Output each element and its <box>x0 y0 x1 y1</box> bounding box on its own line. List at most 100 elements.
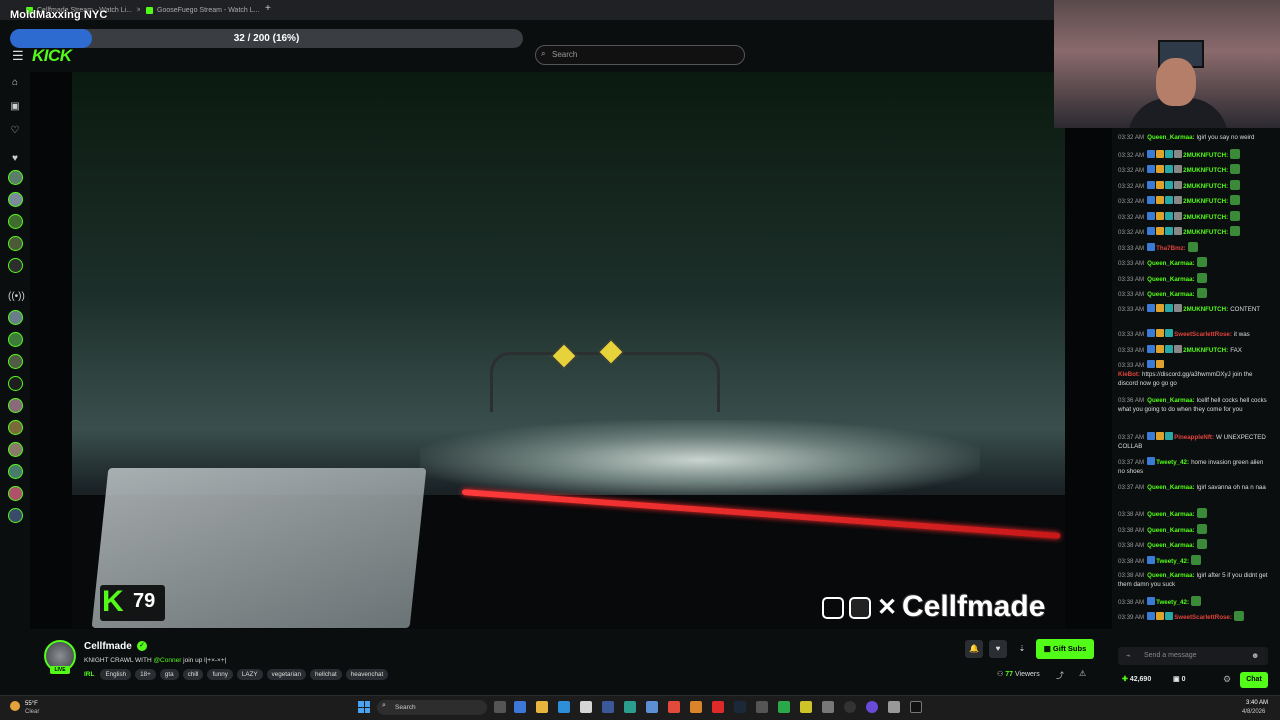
chrome-icon[interactable] <box>668 701 680 713</box>
menu-icon[interactable]: ☰ <box>12 48 24 64</box>
chat-username[interactable]: 2MUKNFUTCH: <box>1183 198 1228 205</box>
search-input[interactable]: Search <box>535 45 745 65</box>
chat-username[interactable]: Tweety_42: <box>1156 558 1189 565</box>
followed-channel-avatar[interactable] <box>8 236 23 251</box>
share-icon[interactable]: ⤴ <box>1056 670 1064 681</box>
app-icon[interactable] <box>690 701 702 713</box>
recommended-channel-avatar[interactable] <box>8 464 23 479</box>
browser-icon[interactable] <box>646 701 658 713</box>
stream-tag[interactable]: English <box>100 669 132 680</box>
chat-send-button[interactable]: Chat <box>1240 672 1268 688</box>
chat-username[interactable]: Queen_Karmaa: <box>1147 276 1194 283</box>
chat-text: CONTENT <box>1230 306 1261 313</box>
following-icon[interactable]: ♡ <box>8 124 22 138</box>
chat-username[interactable]: 2MUKNFUTCH: <box>1183 183 1228 190</box>
channel-points[interactable]: ✚ 42,690 <box>1122 675 1151 683</box>
recommended-channel-avatar[interactable] <box>8 398 23 413</box>
stream-tag[interactable]: vegetarian <box>266 669 307 680</box>
new-tab-button[interactable]: + <box>260 3 280 18</box>
chat-username[interactable]: Queen_Karmaa: <box>1147 134 1194 141</box>
chat-username[interactable]: Queen_Karmaa: <box>1147 572 1194 579</box>
followed-channel-avatar[interactable] <box>8 170 23 185</box>
stream-tag[interactable]: gta <box>159 669 179 680</box>
browse-icon[interactable]: ▣ <box>8 100 22 114</box>
chat-username[interactable]: Queen_Karmaa: <box>1147 260 1194 267</box>
followed-channel-avatar[interactable] <box>8 258 23 273</box>
chat-username[interactable]: Tweety_42: <box>1156 599 1189 606</box>
chat-username[interactable]: Queen_Karmaa: <box>1147 484 1194 491</box>
chat-username[interactable]: Queen_Karmaa: <box>1147 542 1194 549</box>
app-icon[interactable] <box>756 701 768 713</box>
stream-tag[interactable]: funny <box>207 669 233 680</box>
followed-channel-avatar[interactable] <box>8 192 23 207</box>
report-icon[interactable]: ⚠ <box>1079 669 1086 678</box>
emoji-icon[interactable]: ☻ <box>1251 651 1259 660</box>
notes-icon[interactable] <box>800 701 812 713</box>
chat-input[interactable]: Send a message <box>1118 647 1268 665</box>
stream-tag[interactable]: heavenchat <box>345 669 389 680</box>
chat-mod-icon[interactable]: ⌁ <box>1126 651 1131 660</box>
stream-tag[interactable]: hellchat <box>310 669 342 680</box>
chat-settings-icon[interactable]: ⚙ <box>1223 674 1231 685</box>
taskbar-search[interactable]: Search <box>377 700 487 715</box>
chat-username[interactable]: 2MUKNFUTCH: <box>1183 306 1228 313</box>
gift-subs-button[interactable]: ▦ Gift Subs <box>1036 639 1094 659</box>
notification-bell-icon[interactable]: 🔔 <box>965 640 983 658</box>
chat-username[interactable]: Tweety_42: <box>1156 459 1189 466</box>
recommended-channel-avatar[interactable] <box>8 354 23 369</box>
recommended-channel-avatar[interactable] <box>8 376 23 391</box>
followed-channel-avatar[interactable] <box>8 214 23 229</box>
steam-icon[interactable] <box>734 701 746 713</box>
app-icon[interactable] <box>866 701 878 713</box>
chat-message: 03:33 AM Queen_Karmaa: <box>1118 257 1270 268</box>
chat-username[interactable]: 2MUKNFUTCH: <box>1183 347 1228 354</box>
chat-username[interactable]: SweetScarlettRose: <box>1174 614 1232 621</box>
windows-start-icon[interactable] <box>358 701 370 713</box>
home-icon[interactable]: ⌂ <box>8 76 22 90</box>
chat-badge-icon <box>1147 181 1156 189</box>
chat-username[interactable]: Queen_Karmaa: <box>1147 527 1194 534</box>
weather-moon-icon[interactable] <box>10 701 20 711</box>
chat-username[interactable]: Queen_Karmaa: <box>1147 291 1194 298</box>
stream-tag[interactable]: 18+ <box>135 669 156 680</box>
kick-logo[interactable]: KICK <box>32 46 72 66</box>
mail-icon[interactable] <box>558 701 570 713</box>
recommended-channel-avatar[interactable] <box>8 332 23 347</box>
chat-username[interactable]: Tha7Bmz: <box>1156 245 1186 252</box>
follow-heart-icon[interactable]: ♥ <box>989 640 1007 658</box>
clip-icon[interactable]: ⇣ <box>1013 640 1031 658</box>
streamer-name[interactable]: Cellfmade <box>84 641 132 652</box>
chat-username[interactable]: SweetScarlettRose: <box>1174 331 1232 338</box>
edge-icon[interactable] <box>624 701 636 713</box>
recommended-channel-avatar[interactable] <box>8 442 23 457</box>
recommended-channel-avatar[interactable] <box>8 420 23 435</box>
youtube-icon[interactable] <box>712 701 724 713</box>
copilot-icon[interactable] <box>514 701 526 713</box>
store-icon[interactable] <box>580 701 592 713</box>
chat-username[interactable]: 2MUKNFUTCH: <box>1183 229 1228 236</box>
chat-username[interactable]: PineappleNft: <box>1174 434 1214 441</box>
obs-icon[interactable] <box>844 701 856 713</box>
chat-username[interactable]: KleBot: <box>1118 371 1140 378</box>
recommended-channel-avatar[interactable] <box>8 508 23 523</box>
chat-username[interactable]: 2MUKNFUTCH: <box>1183 214 1228 221</box>
chat-username[interactable]: Queen_Karmaa: <box>1147 397 1194 404</box>
stream-tag[interactable]: chill <box>182 669 204 680</box>
chat-badge-icon <box>1174 345 1183 353</box>
recommended-channel-avatar[interactable] <box>8 486 23 501</box>
app-icon[interactable] <box>888 701 900 713</box>
recommended-channel-avatar[interactable] <box>8 310 23 325</box>
chat-username[interactable]: 2MUKNFUTCH: <box>1183 167 1228 174</box>
browser-tab-goosefuego[interactable]: GooseFuego Stream - Watch L...✕ <box>140 3 260 18</box>
stream-tag[interactable]: LAZY <box>236 669 263 680</box>
facebook-icon[interactable] <box>602 701 614 713</box>
terminal-icon[interactable] <box>910 701 922 713</box>
task-view-icon[interactable] <box>494 701 506 713</box>
xbox-icon[interactable] <box>778 701 790 713</box>
chat-username[interactable]: Queen_Karmaa: <box>1147 511 1194 518</box>
file-explorer-icon[interactable] <box>536 701 548 713</box>
category-link[interactable]: IRL <box>84 671 94 678</box>
mention-link[interactable]: @Conner <box>153 657 181 664</box>
app-icon[interactable] <box>822 701 834 713</box>
chat-username[interactable]: 2MUKNFUTCH: <box>1183 152 1228 159</box>
